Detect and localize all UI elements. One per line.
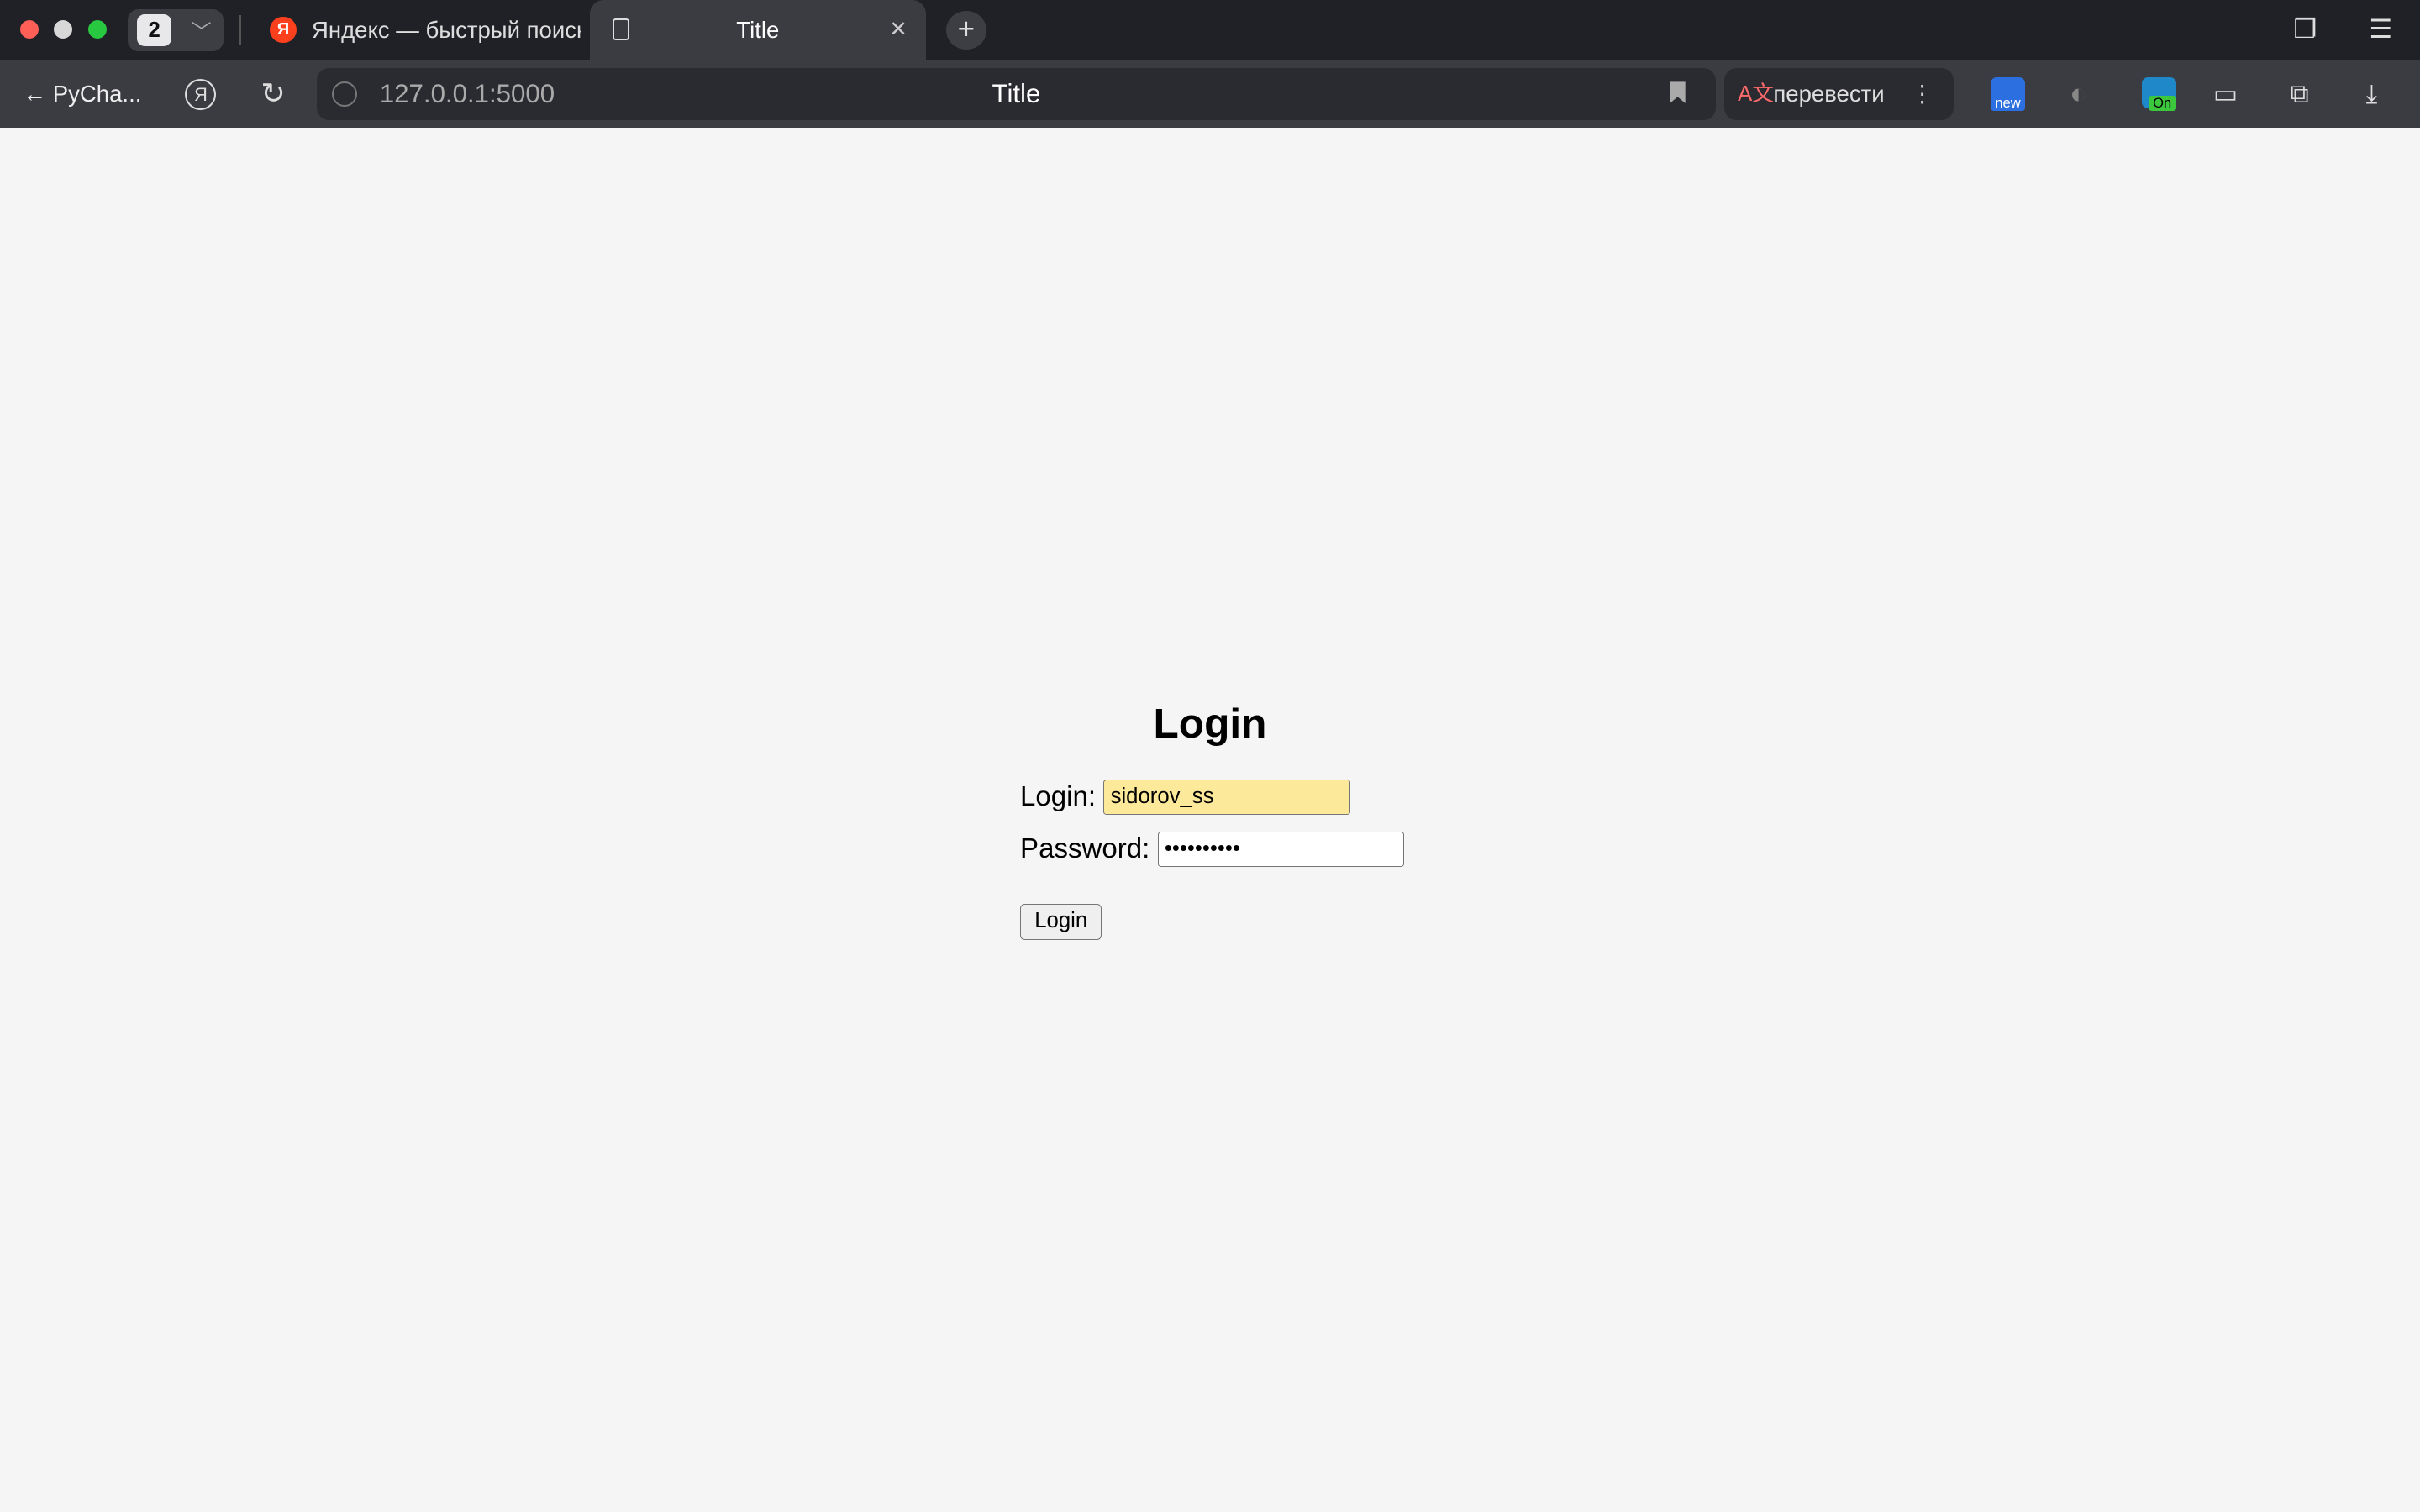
reload-icon[interactable]: ↻ bbox=[260, 60, 285, 129]
collections-icon[interactable]: ❐ bbox=[2293, 14, 2317, 45]
extension-on-icon[interactable]: On bbox=[2142, 76, 2176, 112]
yandex-icon[interactable]: Я bbox=[185, 78, 217, 110]
back-label: PyCha... bbox=[52, 80, 142, 107]
back-button[interactable]: ← PyCha... bbox=[24, 60, 142, 129]
maximize-window-button[interactable] bbox=[87, 19, 107, 39]
login-input[interactable]: sidorov_ss bbox=[1103, 779, 1351, 815]
chevron-down-icon: ﹀ bbox=[191, 21, 212, 45]
arrow-left-icon: ← bbox=[23, 80, 47, 107]
tab-yandex[interactable]: Я Яндекс — быстрый поиск bbox=[255, 0, 581, 60]
extension-badge: On bbox=[2148, 95, 2176, 112]
page-content: Login Login: sidorov_ss Password: ••••••… bbox=[0, 128, 2420, 1512]
password-input[interactable]: •••••••••• bbox=[1157, 831, 1405, 868]
address-bar[interactable]: Title 127.0.0.1:5000 bbox=[316, 67, 1717, 121]
extension-badge: new bbox=[1991, 95, 2025, 112]
yandex-favicon-icon: Я bbox=[270, 17, 297, 44]
battery-icon[interactable]: ▭ bbox=[2213, 60, 2238, 129]
translate-icon: A文 bbox=[1738, 81, 1774, 106]
url-text: 127.0.0.1:5000 bbox=[379, 78, 555, 108]
extension-new-icon[interactable]: new bbox=[1991, 76, 2025, 112]
tab-divider bbox=[239, 15, 241, 45]
minimize-window-button[interactable] bbox=[54, 19, 73, 39]
tab-label: Title bbox=[736, 17, 780, 43]
menu-icon[interactable]: ☰ bbox=[2369, 14, 2392, 45]
tab-group-button[interactable]: 2 ﹀ bbox=[128, 9, 224, 51]
close-window-button[interactable] bbox=[19, 19, 39, 39]
extension-planet-icon[interactable]: ◐ bbox=[2070, 60, 2087, 129]
browser-toolbar: ← PyCha... Я ↻ Title 127.0.0.1:5000 A文 п… bbox=[0, 60, 2420, 129]
more-vertical-icon[interactable]: ⋮ bbox=[1911, 68, 1934, 120]
login-submit-button[interactable]: Login bbox=[1020, 904, 1102, 940]
password-label: Password: bbox=[1020, 833, 1150, 865]
translate-page-icon[interactable]: ⧉ bbox=[2291, 60, 2309, 129]
tab-label: Яндекс — быстрый поиск bbox=[312, 17, 582, 43]
translate-button[interactable]: A文 перевести ⋮ bbox=[1723, 67, 1954, 121]
page-title: Login bbox=[1153, 700, 1267, 748]
translate-label: перевести bbox=[1773, 80, 1885, 107]
close-tab-icon[interactable]: ✕ bbox=[889, 0, 908, 60]
download-icon[interactable]: ⤓ bbox=[2366, 60, 2378, 129]
tab-count-badge: 2 bbox=[137, 13, 171, 47]
password-row: Password: •••••••••• bbox=[1020, 831, 1405, 868]
login-row: Login: sidorov_ss bbox=[1020, 779, 1351, 815]
tab-strip: 2 ﹀ Я Яндекс — быстрый поиск Title ✕ + ❐… bbox=[0, 0, 2420, 60]
tab-title[interactable]: Title ✕ bbox=[589, 0, 926, 60]
new-tab-button[interactable]: + bbox=[945, 10, 986, 50]
login-label: Login: bbox=[1020, 780, 1097, 812]
